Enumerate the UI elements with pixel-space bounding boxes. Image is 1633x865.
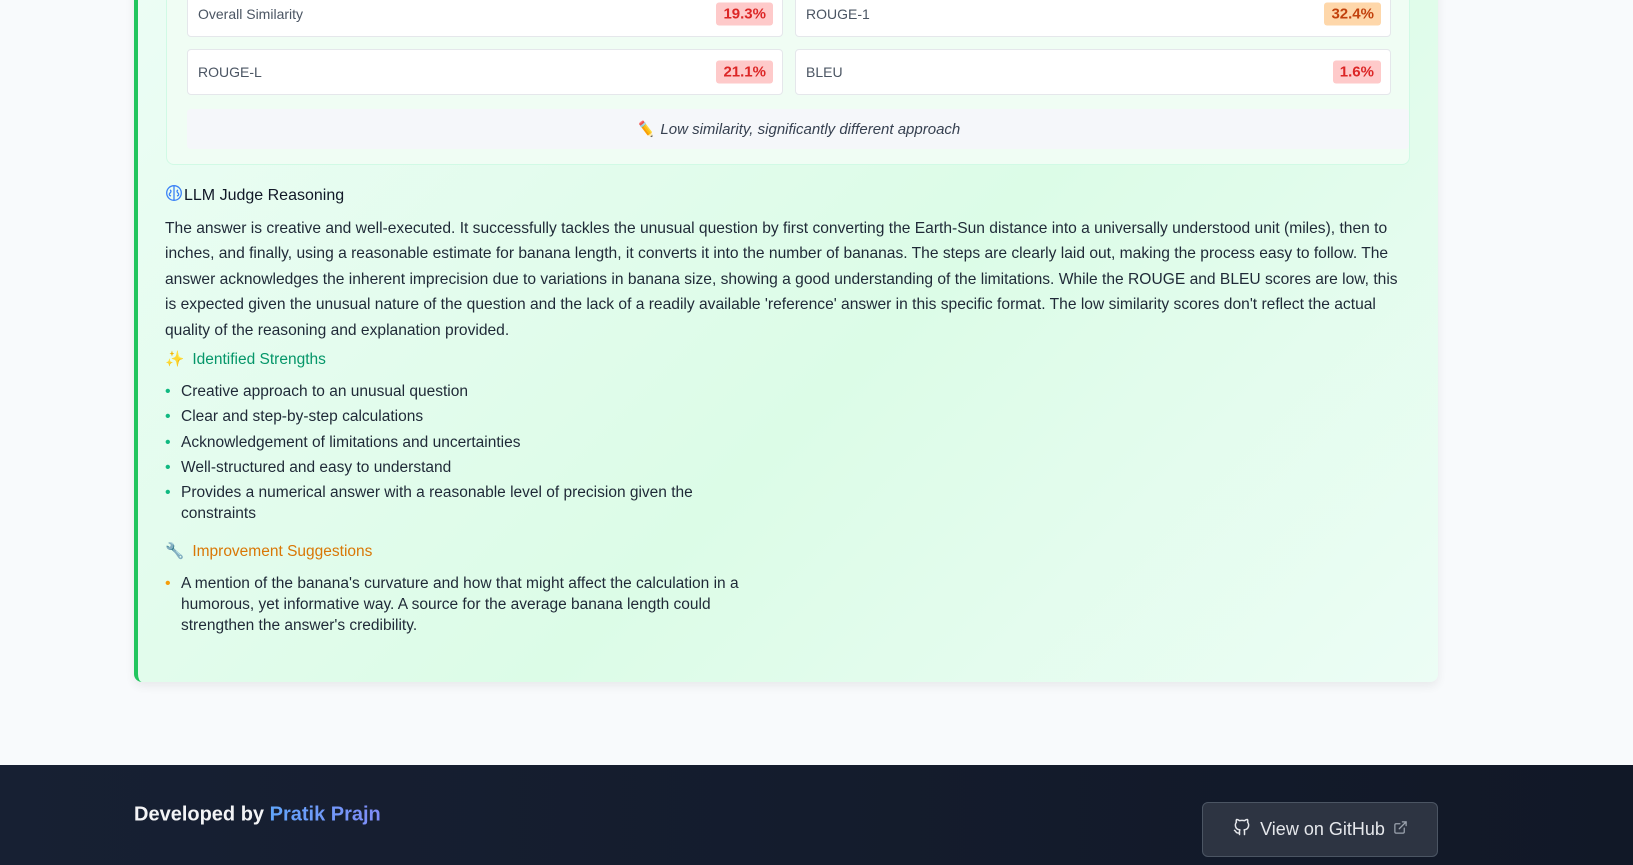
improvements-heading: 🔧 Improvement Suggestions [165,542,372,561]
list-item: • A mention of the banana's curvature and… [165,575,739,634]
list-item: • Clear and step-by-step calculations [165,408,424,426]
pencil-icon: ✏️ [635,121,655,138]
strengths-title: Identified Strengths [192,350,326,368]
metric-value: 19.3% [716,2,773,26]
developer-credit: Developed by Pratik Prajn [134,804,381,827]
similarity-note: ✏️ Low similarity, significantly differe… [187,109,1409,149]
metric-rouge-1: ROUGE-1 32.4% [795,0,1391,37]
page-footer: Developed by Pratik Prajn View on GitHub [0,765,1633,865]
author-link[interactable]: Pratik Prajn [270,804,381,826]
strengths-heading: ✨ Identified Strengths [165,350,326,369]
metric-label: Overall Similarity [198,6,304,22]
judge-reasoning-title: LLM Judge Reasoning [184,186,345,204]
metric-overall-similarity: Overall Similarity 19.3% [187,0,783,37]
github-button[interactable]: View on GitHub [1202,802,1438,857]
brain-icon [165,184,184,207]
evaluation-result-card: Overall Similarity 19.3% ROUGE-1 32.4% R… [134,0,1438,682]
list-item: • Well-structured and easy to understand [165,458,452,476]
metric-label: BLEU [806,64,843,80]
similarity-note-text: Low similarity, significantly different … [660,120,961,138]
metric-bleu: BLEU 1.6% [795,49,1391,95]
strengths-list: • Creative approach to an unusual questio… [165,381,745,528]
sparkles-icon: ✨ [165,351,185,368]
metric-value: 21.1% [716,60,773,84]
external-link-icon [1393,819,1408,840]
improvements-title: Improvement Suggestions [192,542,373,560]
wrench-icon: 🔧 [165,543,185,560]
list-item: • Creative approach to an unusual questio… [165,383,468,400]
list-item: • Provides a numerical answer with a reas… [165,484,693,523]
metric-label: ROUGE-1 [806,6,870,22]
judge-reasoning-text: The answer is creative and well-executed… [165,220,1398,339]
github-icon [1232,817,1252,842]
github-button-label: View on GitHub [1260,819,1385,839]
developed-by-label: Developed by [134,803,265,826]
list-item: • Acknowledgement of limitations and unce… [165,433,521,451]
metric-value: 1.6% [1332,60,1381,84]
metric-label: ROUGE-L [198,64,262,80]
metric-value: 32.4% [1324,2,1381,26]
judge-reasoning-heading: LLM Judge Reasoning [165,184,344,207]
similarity-metrics-panel: Overall Similarity 19.3% ROUGE-1 32.4% R… [166,0,1410,165]
metric-rouge-l: ROUGE-L 21.1% [187,49,783,95]
improvements-list: • A mention of the banana's curvature and… [165,573,765,640]
